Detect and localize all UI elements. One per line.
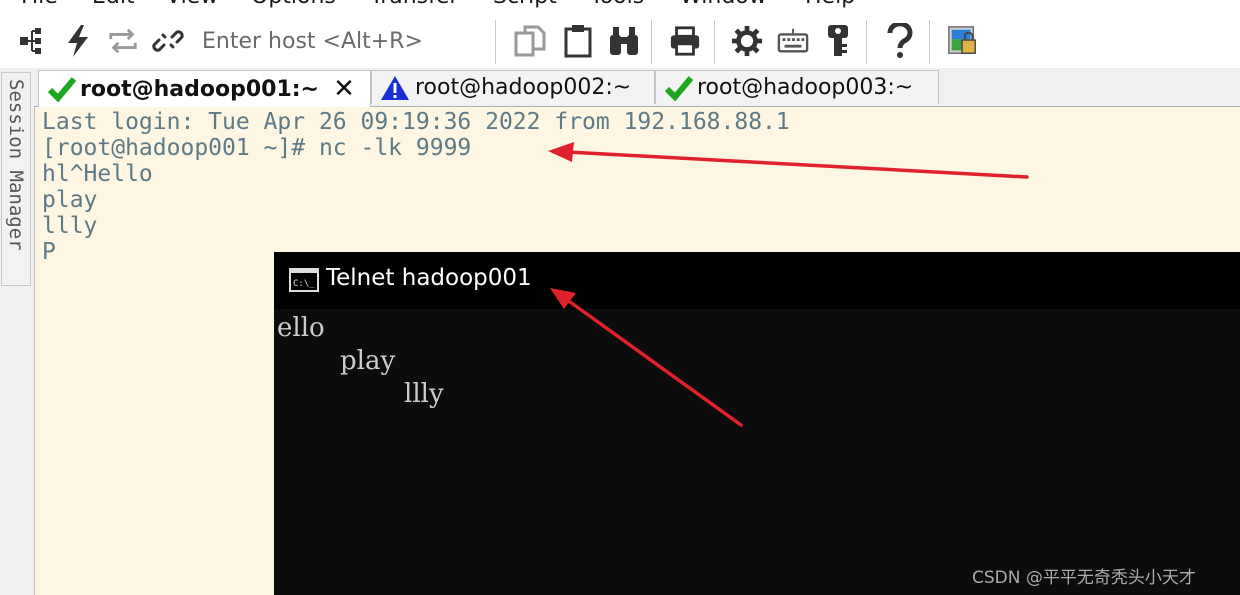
help-question-icon[interactable] (884, 22, 916, 60)
find-binoculars-icon[interactable] (608, 22, 640, 60)
console-line: llly (404, 379, 444, 409)
checkmark-icon (48, 77, 76, 102)
toolbar (0, 14, 1240, 68)
host-input[interactable] (196, 23, 498, 59)
svg-text:C:\_: C:\_ (293, 279, 315, 289)
tab-label: root@hadoop002:~ (415, 75, 632, 100)
command-prompt-icon: C:\_ (289, 268, 319, 292)
telnet-console-window[interactable]: C:\_ Telnet hadoop001 ello play llly (274, 252, 1240, 595)
tab-label: root@hadoop001:~ (80, 76, 319, 102)
reconnect-icon[interactable] (107, 22, 139, 60)
copy-icon[interactable] (514, 22, 546, 60)
toolbar-separator (929, 20, 930, 64)
terminal-line: Last login: Tue Apr 26 09:19:36 2022 fro… (42, 109, 790, 135)
menu-view[interactable]: View (166, 0, 218, 9)
watermark-text: CSDN @平平无奇秃头小天才 (972, 568, 1196, 588)
toolbar-separator (651, 20, 652, 64)
session-tab-bar: root@hadoop001:~ ✕ root@hadoop002:~ root… (34, 68, 1240, 107)
menu-help[interactable]: Help (805, 0, 855, 9)
keymap-keyboard-icon[interactable] (777, 22, 809, 60)
console-line: play (340, 346, 396, 376)
session-manager-label: Session Manager (5, 79, 27, 251)
session-manager-sidebar: Session Manager (0, 68, 34, 595)
keygen-key-icon[interactable] (822, 22, 854, 60)
paste-clipboard-icon[interactable] (562, 22, 594, 60)
terminal-line: hl^Hello (42, 161, 153, 187)
quick-connect-lightning-icon[interactable] (62, 22, 94, 60)
toolbar-separator (714, 20, 715, 64)
menu-edit[interactable]: Edit (92, 0, 135, 9)
menu-bar: File Edit View Options Transfer Script T… (0, 0, 1240, 14)
telnet-title-bar[interactable]: C:\_ Telnet hadoop001 (274, 252, 1240, 309)
secure-fx-lock-icon[interactable] (947, 22, 979, 60)
terminal-line: play (42, 187, 98, 213)
menu-window[interactable]: Window (680, 0, 767, 9)
console-line: ello (277, 313, 325, 343)
close-tab-icon[interactable]: ✕ (333, 74, 355, 104)
warning-triangle-icon (381, 75, 409, 100)
print-icon[interactable] (669, 22, 701, 60)
menu-script[interactable]: Script (493, 0, 557, 9)
menu-tools[interactable]: Tools (590, 0, 644, 9)
settings-gear-icon[interactable] (731, 22, 763, 60)
menu-transfer[interactable]: Transfer (370, 0, 458, 9)
menu-file[interactable]: File (21, 0, 58, 9)
tab-hadoop003[interactable]: root@hadoop003:~ (655, 70, 939, 104)
connect-tree-icon[interactable] (16, 22, 48, 60)
tab-hadoop001[interactable]: root@hadoop001:~ ✕ (38, 70, 371, 107)
session-manager-tab[interactable]: Session Manager (1, 72, 31, 286)
tab-hadoop002[interactable]: root@hadoop002:~ (371, 70, 655, 104)
tab-label: root@hadoop003:~ (697, 75, 914, 100)
checkmark-icon (665, 75, 693, 101)
telnet-window-title: Telnet hadoop001 (326, 265, 532, 291)
menu-options[interactable]: Options (251, 0, 336, 9)
terminal-line: llly (42, 213, 98, 239)
toolbar-separator (866, 20, 867, 64)
terminal-line: P (42, 239, 56, 265)
disconnect-link-icon[interactable] (152, 22, 184, 60)
terminal-line: [root@hadoop001 ~]# nc -lk 9999 (42, 135, 472, 161)
toolbar-separator (495, 20, 496, 64)
